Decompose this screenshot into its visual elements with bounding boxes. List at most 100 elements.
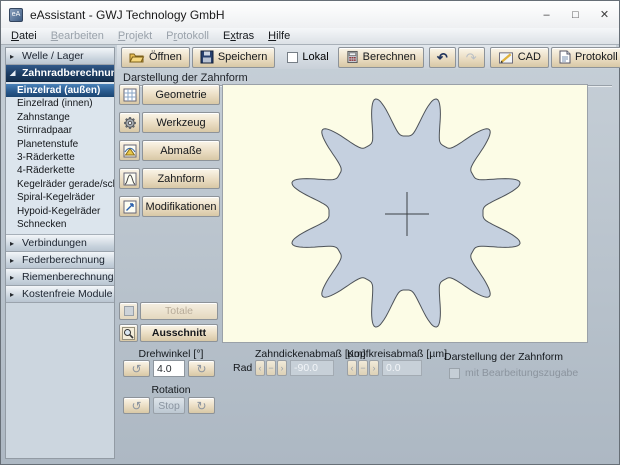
rotate-cw-icon: ↻ bbox=[196, 400, 206, 412]
undo-button[interactable]: ↶ bbox=[429, 47, 456, 68]
title-bar: eA eAssistant - GWJ Technology GmbH – □ … bbox=[1, 1, 619, 28]
sidebar-item-einzelrad-aussen[interactable]: Einzelrad (außen) bbox=[6, 84, 114, 97]
werkzeug-button[interactable]: Werkzeug bbox=[142, 112, 220, 133]
sidebar-item-hypoid-kegelraeder[interactable]: Hypoid-Kegelräder bbox=[6, 205, 114, 218]
sidebar-item-planetenstufe[interactable]: Planetenstufe bbox=[6, 138, 114, 151]
step-reset-button: − bbox=[266, 360, 276, 376]
sidebar-item-zahnstange[interactable]: Zahnstange bbox=[6, 111, 114, 124]
sidebar-item-3-raederkette[interactable]: 3-Räderkette bbox=[6, 151, 114, 164]
local-checkbox-group: Lokal bbox=[287, 51, 328, 63]
save-button[interactable]: Speichern bbox=[192, 47, 276, 68]
step-left-button: ‹ bbox=[255, 360, 265, 376]
tooth-profile-icon bbox=[123, 172, 137, 186]
rotate-cw-icon: ↻ bbox=[196, 363, 206, 375]
full-view-icon bbox=[123, 305, 135, 317]
step-minus-icon: − bbox=[268, 363, 273, 373]
sidebar-group-federberechnung[interactable]: ▸ Federberechnung bbox=[6, 252, 114, 269]
abmasse-icon-button[interactable] bbox=[119, 140, 140, 161]
rotation-row: ↺ Stop ↻ bbox=[123, 397, 215, 414]
deviations-chart-icon bbox=[123, 144, 137, 158]
local-checkbox[interactable] bbox=[287, 52, 298, 63]
close-button[interactable]: ✕ bbox=[590, 1, 619, 28]
undo-icon: ↶ bbox=[437, 51, 448, 64]
chevron-right-icon: ▸ bbox=[10, 290, 18, 299]
application-window: eA eAssistant - GWJ Technology GmbH – □ … bbox=[0, 0, 620, 465]
sidebar: ▸ Welle / Lager ◢ Zahnradberechnung Einz… bbox=[5, 47, 115, 459]
kopfkreisabmass-input bbox=[382, 360, 422, 376]
abmasse-button[interactable]: Abmaße bbox=[142, 140, 220, 161]
geometrie-button[interactable]: Geometrie bbox=[142, 84, 220, 105]
sidebar-item-kegelraeder-gerade-schraeg[interactable]: Kegelräder gerade/schräg bbox=[6, 178, 114, 191]
ausschnitt-icon-button[interactable] bbox=[119, 324, 138, 342]
rotate-ccw-icon: ↺ bbox=[131, 400, 141, 412]
zahnform-button[interactable]: Zahnform bbox=[142, 168, 220, 189]
sidebar-item-4-raederkette[interactable]: 4-Räderkette bbox=[6, 164, 114, 177]
rotation-cw-button[interactable]: ↻ bbox=[188, 397, 215, 414]
menu-item-projekt: Projekt bbox=[111, 30, 159, 42]
menu-bar: Datei Bearbeiten Projekt Protokoll Extra… bbox=[1, 28, 619, 45]
workspace: ▸ Welle / Lager ◢ Zahnradberechnung Einz… bbox=[1, 45, 619, 464]
rotate-cw-button[interactable]: ↻ bbox=[188, 360, 215, 377]
zahnform-icon-button[interactable] bbox=[119, 168, 140, 189]
menu-item-bearbeiten: Bearbeiten bbox=[44, 30, 111, 42]
report-document-icon bbox=[559, 50, 571, 64]
open-button[interactable]: Öffnen bbox=[121, 47, 190, 68]
sidebar-item-spiral-kegelraeder[interactable]: Spiral-Kegelräder bbox=[6, 191, 114, 204]
calculate-button[interactable]: Berechnen bbox=[338, 47, 424, 68]
gear-shape bbox=[292, 99, 520, 327]
ausschnitt-button[interactable]: Ausschnitt bbox=[140, 324, 218, 342]
step-left-icon: ‹ bbox=[351, 363, 354, 373]
panel-title: Darstellung der Zahnform bbox=[123, 72, 248, 84]
redo-button: ↷ bbox=[458, 47, 485, 68]
calculator-icon bbox=[346, 50, 359, 64]
angle-row: ↺ ↻ bbox=[123, 360, 215, 377]
tool-gear-icon bbox=[123, 116, 137, 130]
modifikationen-button[interactable]: Modifikationen bbox=[142, 196, 220, 217]
menu-item-datei[interactable]: Datei bbox=[4, 30, 44, 42]
modification-arrow-icon bbox=[123, 200, 137, 214]
toolbar: Öffnen Speichern Lokal Berechnen ↶ bbox=[117, 45, 616, 69]
app-icon: eA bbox=[9, 8, 23, 22]
sidebar-group-welle-lager[interactable]: ▸ Welle / Lager bbox=[6, 48, 114, 65]
geometry-grid-icon bbox=[123, 88, 137, 102]
chevron-expanded-icon: ◢ bbox=[10, 69, 18, 77]
chevron-right-icon: ▸ bbox=[10, 52, 18, 61]
cad-drawing-icon bbox=[498, 51, 514, 64]
sidebar-item-stirnradpaar[interactable]: Stirnradpaar bbox=[6, 124, 114, 137]
window-controls: – □ ✕ bbox=[532, 1, 619, 28]
magnifier-icon bbox=[122, 327, 135, 340]
chevron-right-icon: ▸ bbox=[10, 273, 18, 282]
protokoll-button[interactable]: Protokoll bbox=[551, 47, 620, 68]
angle-input[interactable] bbox=[153, 360, 185, 377]
sidebar-item-schnecken[interactable]: Schnecken bbox=[6, 218, 114, 231]
rotation-ccw-button[interactable]: ↺ bbox=[123, 397, 150, 414]
gear-drawing bbox=[223, 85, 589, 344]
menu-item-hilfe[interactable]: Hilfe bbox=[261, 30, 297, 42]
sidebar-group-kostenfreie-module[interactable]: ▸ Kostenfreie Module bbox=[6, 286, 114, 303]
toothform-canvas[interactable] bbox=[222, 84, 588, 343]
sidebar-gear-list: Einzelrad (außen) Einzelrad (innen) Zahn… bbox=[6, 82, 114, 235]
modifikationen-icon-button[interactable] bbox=[119, 196, 140, 217]
step-minus-icon: − bbox=[360, 363, 365, 373]
werkzeug-icon-button[interactable] bbox=[119, 112, 140, 133]
sidebar-group-riemenberechnung[interactable]: ▸ Riemenberechnung bbox=[6, 269, 114, 286]
menu-item-extras[interactable]: Extras bbox=[216, 30, 261, 42]
open-folder-icon bbox=[129, 51, 145, 64]
step-left-icon: ‹ bbox=[259, 363, 262, 373]
sidebar-group-zahnradberechnung[interactable]: ◢ Zahnradberechnung bbox=[6, 65, 114, 82]
sidebar-group-verbindungen[interactable]: ▸ Verbindungen bbox=[6, 235, 114, 252]
sidebar-item-einzelrad-innen[interactable]: Einzelrad (innen) bbox=[6, 97, 114, 110]
cad-button[interactable]: CAD bbox=[490, 47, 549, 68]
zahndicken-stepper: ‹ − › bbox=[255, 360, 334, 376]
maximize-button[interactable]: □ bbox=[561, 1, 590, 28]
step-reset-button: − bbox=[358, 360, 368, 376]
geometry-icon-button[interactable] bbox=[119, 84, 140, 105]
view-button-column: Geometrie Werkzeug Abmaße bbox=[119, 84, 220, 224]
rotate-ccw-button[interactable]: ↺ bbox=[123, 360, 150, 377]
step-right-icon: › bbox=[281, 363, 284, 373]
step-right-button: › bbox=[369, 360, 379, 376]
rad-label: Rad bbox=[233, 362, 252, 374]
bearbeitungszugabe-label: mit Bearbeitungszugabe bbox=[465, 367, 578, 379]
kopfkreis-stepper: ‹ − › bbox=[347, 360, 422, 376]
minimize-button[interactable]: – bbox=[532, 1, 561, 28]
